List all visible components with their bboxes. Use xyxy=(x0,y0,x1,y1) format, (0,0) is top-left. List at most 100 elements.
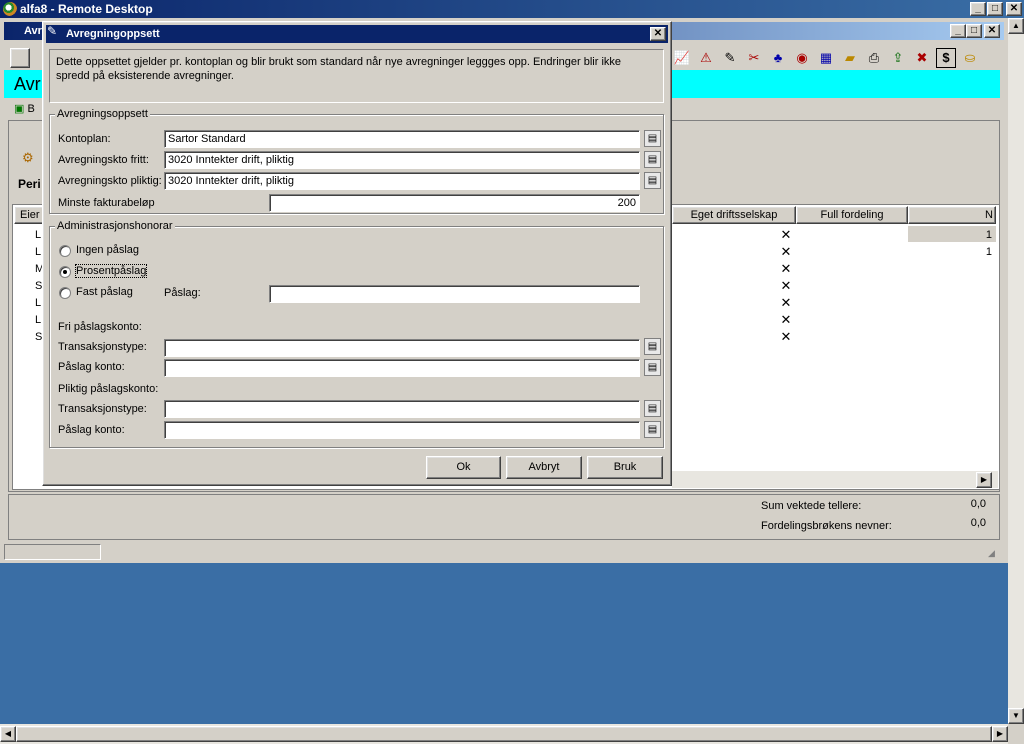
group-title-administrasjonshonorar: Administrasjonshonorar xyxy=(55,220,175,232)
fri-paslagskonto-header: Fri påslagskonto: xyxy=(58,321,142,333)
check-x-icon: ✕ xyxy=(780,329,792,344)
rd-minimize-button[interactable]: _ xyxy=(970,2,986,16)
sum-weighted-value: 0,0 xyxy=(970,498,986,510)
app-maximize-button[interactable]: □ xyxy=(966,24,982,38)
grid-cell: 1 xyxy=(985,246,992,258)
remote-desktop-icon xyxy=(3,2,17,16)
minste-fakturabelop-field[interactable]: 200 xyxy=(269,194,640,212)
edit-doc-icon[interactable]: ✎ xyxy=(720,48,740,68)
radio-fast-paslag[interactable] xyxy=(59,287,71,299)
avregningskto-fritt-field[interactable]: 3020 Inntekter drift, pliktig xyxy=(164,151,640,169)
scroll-right-icon[interactable]: ▶ xyxy=(992,726,1008,742)
grid-right-values: 1 1 xyxy=(980,227,992,261)
avregningskto-fritt-label: Avregningskto fritt: xyxy=(58,154,149,166)
fri-trans-lookup-icon[interactable]: ▤ xyxy=(644,338,661,355)
dollar-icon[interactable]: $ xyxy=(936,48,956,68)
radio-fast-paslag-label[interactable]: Fast påslag xyxy=(76,286,133,298)
info-text: Dette oppsettet gjelder pr. kontoplan og… xyxy=(56,56,622,82)
layout-icon[interactable] xyxy=(10,48,30,68)
bruk-button[interactable]: Bruk xyxy=(587,456,663,479)
fri-paslag-konto-field[interactable] xyxy=(164,359,640,377)
grid-col-n[interactable]: N xyxy=(908,206,996,224)
check-x-icon: ✕ xyxy=(780,261,792,276)
rd-close-button[interactable]: ✕ xyxy=(1006,2,1022,16)
grid-col-full-fordeling[interactable]: Full fordeling xyxy=(796,206,908,224)
remote-desktop-titlebar: alfa8 - Remote Desktop xyxy=(0,0,1024,18)
sum-weighted-label: Sum vektede tellere: xyxy=(761,500,862,512)
fri-paslag-konto-label: Påslag konto: xyxy=(58,361,125,373)
coins-icon[interactable]: ⛀ xyxy=(960,48,980,68)
dialog-title: Avregningoppsett xyxy=(66,28,160,40)
grid-col-owner[interactable]: Eier xyxy=(14,206,44,224)
dialog-close-button[interactable]: ✕ xyxy=(650,27,666,41)
app-title: Avr xyxy=(24,25,42,37)
chart-icon[interactable]: 📈 xyxy=(672,48,692,68)
app-close-button[interactable]: ✕ xyxy=(984,24,1000,38)
fri-transaksjonstype-field[interactable] xyxy=(164,339,640,357)
export-icon[interactable]: ⇪ xyxy=(888,48,908,68)
check-x-icon: ✕ xyxy=(780,227,792,242)
pliktig-paslagskonto-header: Pliktig påslagskonto: xyxy=(58,383,159,395)
tools-icon[interactable]: ✂ xyxy=(744,48,764,68)
desktop-background xyxy=(0,563,1008,724)
app-toolbar: 📈 ⚠ ✎ ✂ ♣ ◉ ▦ ▰ ⎙ ⇪ ✖ $ ⛀ xyxy=(672,48,1002,70)
radio-ingen-paslag-label[interactable]: Ingen påslag xyxy=(76,244,139,256)
delete-icon[interactable]: ✖ xyxy=(912,48,932,68)
fri-transaksjonstype-label: Transaksjonstype: xyxy=(58,341,147,353)
paslag-field[interactable] xyxy=(269,285,640,303)
tab-fragment[interactable]: ▣ B xyxy=(14,100,42,118)
folder-icon[interactable]: ▰ xyxy=(840,48,860,68)
kontoplan-field[interactable]: Sartor Standard xyxy=(164,130,640,148)
warning-icon[interactable]: ⚠ xyxy=(696,48,716,68)
pliktig-lookup-icon[interactable]: ▤ xyxy=(644,172,661,189)
radio-ingen-paslag[interactable] xyxy=(59,245,71,257)
avbryt-button[interactable]: Avbryt xyxy=(506,456,582,479)
pliktig-transaksjonstype-label: Transaksjonstype: xyxy=(58,403,147,415)
fritt-lookup-icon[interactable]: ▤ xyxy=(644,151,661,168)
check-x-icon: ✕ xyxy=(780,278,792,293)
target-icon[interactable]: ◉ xyxy=(792,48,812,68)
scroll-up-icon[interactable]: ▲ xyxy=(1008,18,1024,34)
rd-hscroll-thumb[interactable] xyxy=(16,726,992,742)
check-x-icon: ✕ xyxy=(780,295,792,310)
kontoplan-lookup-icon[interactable]: ▤ xyxy=(644,130,661,147)
avregningskto-pliktig-field[interactable]: 3020 Inntekter drift, pliktig xyxy=(164,172,640,190)
denominator-label: Fordelingsbrøkens nevner: xyxy=(761,520,892,532)
radio-prosentpaslag-label[interactable]: Prosentpåslag xyxy=(74,264,148,278)
module-banner-text: Avr xyxy=(14,74,41,94)
scroll-down-icon[interactable]: ▼ xyxy=(1008,708,1024,724)
grid-col-eget-driftsselskap[interactable]: Eget driftsselskap xyxy=(672,206,796,224)
pliktig-konto-lookup-icon[interactable]: ▤ xyxy=(644,421,661,438)
check-x-icon: ✕ xyxy=(780,244,792,259)
grid-cell: 1 xyxy=(985,229,992,241)
minste-fakturabelop-label: Minste fakturabeløp xyxy=(58,197,155,209)
paslag-label: Påslag: xyxy=(164,287,201,299)
resize-grip-icon[interactable]: ◢ xyxy=(988,548,1000,560)
rd-vertical-scrollbar[interactable] xyxy=(1008,18,1024,724)
denominator-value: 0,0 xyxy=(970,517,986,529)
pliktig-paslag-konto-field[interactable] xyxy=(164,421,640,439)
fri-konto-lookup-icon[interactable]: ▤ xyxy=(644,359,661,376)
radio-prosentpaslag[interactable] xyxy=(59,266,71,278)
grid-scroll-right-icon[interactable]: ▶ xyxy=(976,472,992,488)
print-icon[interactable]: ⎙ xyxy=(864,48,884,68)
rd-maximize-button[interactable]: □ xyxy=(987,2,1003,16)
pliktig-paslag-konto-label: Påslag konto: xyxy=(58,424,125,436)
users-icon[interactable]: ♣ xyxy=(768,48,788,68)
grid-x-column: ✕ ✕ ✕ ✕ ✕ ✕ ✕ xyxy=(779,226,793,345)
group-title-avregningsoppsett: Avregningsoppsett xyxy=(55,108,150,120)
grid-hscroll[interactable] xyxy=(672,471,998,488)
scroll-left-icon[interactable]: ◀ xyxy=(0,726,16,742)
info-text-box: Dette oppsettet gjelder pr. kontoplan og… xyxy=(49,49,664,103)
app-minimize-button[interactable]: _ xyxy=(950,24,966,38)
ok-button[interactable]: Ok xyxy=(426,456,501,479)
calc-icon[interactable]: ▦ xyxy=(816,48,836,68)
pen-icon: ✎ xyxy=(47,24,58,38)
dialog-titlebar: Avregningoppsett xyxy=(46,25,668,43)
pliktig-trans-lookup-icon[interactable]: ▤ xyxy=(644,400,661,417)
avregningoppsett-dialog: Avregningoppsett ✎ ✕ Dette oppsettet gje… xyxy=(42,21,672,486)
pliktig-transaksjonstype-field[interactable] xyxy=(164,400,640,418)
avregningskto-pliktig-label: Avregningskto pliktig: xyxy=(58,175,162,187)
remote-desktop-title: alfa8 - Remote Desktop xyxy=(20,2,153,16)
check-x-icon: ✕ xyxy=(780,312,792,327)
